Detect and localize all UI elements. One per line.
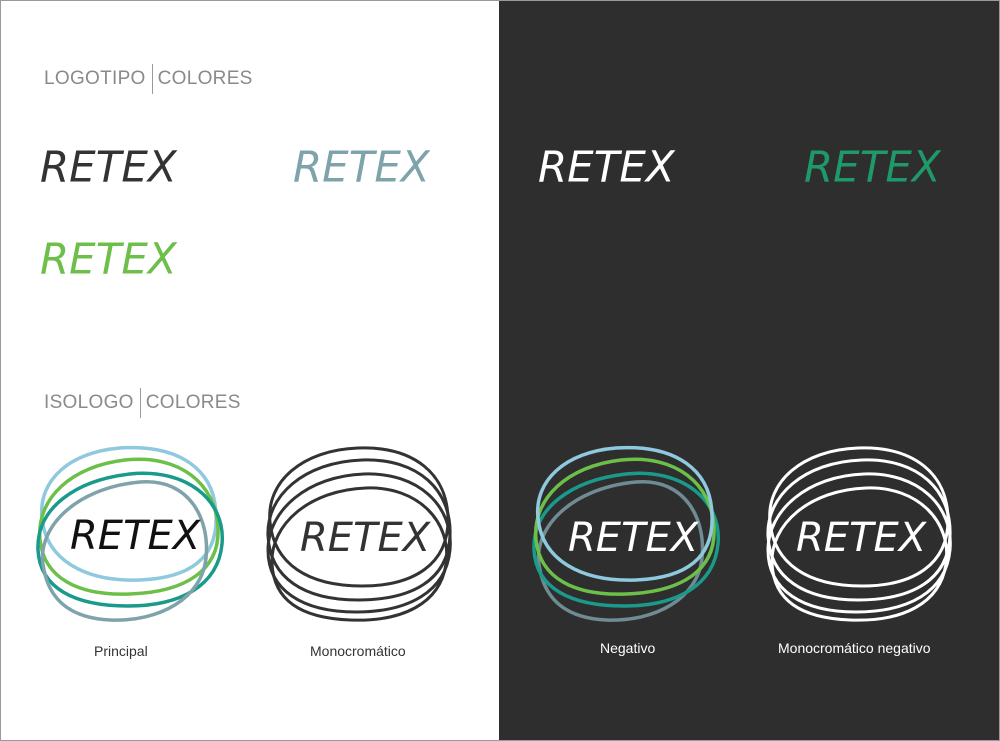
isologo-section-title: ISOLOGO COLORES [44,388,241,418]
dark-panel [499,1,999,740]
logotipo-title-right: COLORES [157,68,253,89]
title-separator [151,64,153,94]
light-panel [1,1,499,740]
title-separator [139,388,141,418]
caption-principal: Principal [94,643,148,659]
wordmark-teal-green: RETEX [804,141,941,192]
logotipo-section-title: LOGOTIPO COLORES [44,64,253,94]
caption-monocromatico: Monocromático [310,643,406,659]
logotipo-title-left: LOGOTIPO [44,68,146,89]
wordmark-white: RETEX [538,141,675,192]
isologo-principal-text: RETEX [70,513,201,559]
wordmark-green: RETEX [40,233,177,284]
isologo-title-left: ISOLOGO [44,392,134,413]
isologo-negativo: RETEX [526,440,726,625]
wordmark-slate-blue: RETEX [293,141,430,192]
isologo-monocromatico-negativo: RETEX [758,440,958,625]
isologo-negativo-text: RETEX [568,515,699,561]
wordmark-dark-gray: RETEX [40,141,177,192]
caption-negativo: Negativo [600,640,656,656]
isologo-monocromatico: RETEX [258,440,458,625]
isologo-monocromatico-negativo-text: RETEX [796,515,927,561]
isologo-principal: RETEX [30,440,230,625]
isologo-monocromatico-text: RETEX [300,515,431,561]
caption-monocromatico-negativo: Monocromático negativo [778,640,931,656]
isologo-title-right: COLORES [145,392,241,413]
